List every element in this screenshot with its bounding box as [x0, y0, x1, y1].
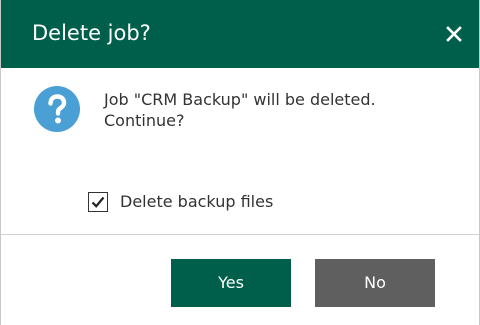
dialog-titlebar: Delete job? [1, 0, 479, 68]
dialog-title: Delete job? [32, 21, 151, 45]
message-line-1: Job "CRM Backup" will be deleted. [104, 90, 376, 109]
no-button[interactable]: No [315, 259, 435, 307]
message-line-2: Continue? [104, 111, 185, 130]
yes-button[interactable]: Yes [171, 259, 291, 307]
checkmark-icon [91, 196, 105, 208]
footer-divider [1, 234, 479, 235]
checkbox-label: Delete backup files [120, 192, 274, 211]
question-icon [33, 85, 81, 133]
confirmation-message: Job "CRM Backup" will be deleted. Contin… [104, 89, 464, 131]
delete-backup-files-option[interactable]: Delete backup files [88, 189, 273, 215]
delete-job-dialog: Delete job? Job "CRM Backup" will be del… [0, 0, 480, 325]
close-icon [446, 26, 462, 42]
delete-backup-files-checkbox[interactable] [88, 192, 108, 212]
close-button[interactable] [437, 17, 471, 51]
